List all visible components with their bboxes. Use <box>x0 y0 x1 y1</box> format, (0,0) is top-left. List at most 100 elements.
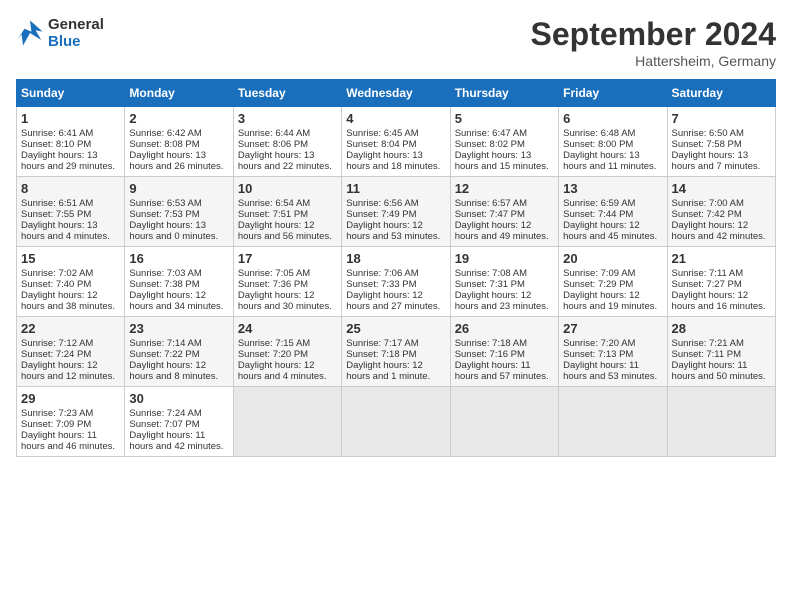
day-number: 6 <box>563 111 662 126</box>
daylight-label: Daylight hours: 11 hours and 46 minutes. <box>21 430 115 452</box>
sunrise-label: Sunrise: 6:56 AM <box>346 198 418 209</box>
calendar-cell: 13 Sunrise: 6:59 AMSunset: 7:44 PMDayligh… <box>559 177 667 247</box>
sunrise-label: Sunrise: 7:08 AM <box>455 268 527 279</box>
calendar-cell: 5Sunrise: 6:47 AMSunset: 8:02 PMDaylight… <box>450 107 558 177</box>
sunset-label: Sunset: 7:38 PM <box>129 279 199 290</box>
daylight-label: Daylight hours: 12 hours and 49 minutes. <box>455 220 549 242</box>
day-number: 3 <box>238 111 337 126</box>
calendar-cell: 24Sunrise: 7:15 AMSunset: 7:20 PMDayligh… <box>233 317 341 387</box>
sunset-label: Sunset: 7:31 PM <box>455 279 525 290</box>
daylight-label: Daylight hours: 11 hours and 53 minutes. <box>563 360 657 382</box>
day-number: 5 <box>455 111 554 126</box>
sunset-label: Sunset: 7:24 PM <box>21 349 91 360</box>
calendar-cell <box>233 387 341 457</box>
sunset-label: Sunset: 7:44 PM <box>563 209 633 220</box>
day-number: 18 <box>346 251 445 266</box>
calendar-cell: 1Sunrise: 6:41 AMSunset: 8:10 PMDaylight… <box>17 107 125 177</box>
day-number: 9 <box>129 181 228 196</box>
calendar-cell: 30Sunrise: 7:24 AMSunset: 7:07 PMDayligh… <box>125 387 233 457</box>
calendar-cell: 16Sunrise: 7:03 AMSunset: 7:38 PMDayligh… <box>125 247 233 317</box>
sunset-label: Sunset: 7:33 PM <box>346 279 416 290</box>
sunset-label: Sunset: 7:51 PM <box>238 209 308 220</box>
calendar-cell: 12Sunrise: 6:57 AMSunset: 7:47 PMDayligh… <box>450 177 558 247</box>
logo: General Blue <box>16 16 104 50</box>
day-number: 11 <box>346 181 445 196</box>
calendar-cell: 4 Sunrise: 6:45 AMSunset: 8:04 PMDaylight… <box>342 107 450 177</box>
daylight-label: Daylight hours: 12 hours and 4 minutes. <box>238 360 327 382</box>
calendar-cell: 6Sunrise: 6:48 AMSunset: 8:00 PMDaylight… <box>559 107 667 177</box>
col-monday: Monday <box>125 80 233 107</box>
sunset-label: Sunset: 8:06 PM <box>238 139 308 150</box>
sunrise-label: Sunrise: 7:14 AM <box>129 338 201 349</box>
sunrise-label: Sunrise: 7:11 AM <box>672 268 744 279</box>
daylight-label: Daylight hours: 11 hours and 57 minutes. <box>455 360 549 382</box>
daylight-label: Daylight hours: 13 hours and 18 minutes. <box>346 150 440 172</box>
sunrise-label: Sunrise: 7:09 AM <box>563 268 635 279</box>
calendar-row: 8Sunrise: 6:51 AMSunset: 7:55 PMDaylight… <box>17 177 776 247</box>
calendar-cell: 15Sunrise: 7:02 AMSunset: 7:40 PMDayligh… <box>17 247 125 317</box>
day-number: 19 <box>455 251 554 266</box>
day-number: 1 <box>21 111 120 126</box>
daylight-label: Daylight hours: 12 hours and 12 minutes. <box>21 360 115 382</box>
sunset-label: Sunset: 8:00 PM <box>563 139 633 150</box>
day-number: 29 <box>21 391 120 406</box>
sunrise-label: Sunrise: 6:45 AM <box>346 128 418 139</box>
day-number: 13 <box>563 181 662 196</box>
day-number: 10 <box>238 181 337 196</box>
sunset-label: Sunset: 7:22 PM <box>129 349 199 360</box>
sunrise-label: Sunrise: 6:42 AM <box>129 128 201 139</box>
calendar-cell: 19Sunrise: 7:08 AMSunset: 7:31 PMDayligh… <box>450 247 558 317</box>
daylight-label: Daylight hours: 12 hours and 27 minutes. <box>346 290 440 312</box>
day-number: 15 <box>21 251 120 266</box>
sunrise-label: Sunrise: 7:21 AM <box>672 338 744 349</box>
col-friday: Friday <box>559 80 667 107</box>
sunset-label: Sunset: 7:20 PM <box>238 349 308 360</box>
sunrise-label: Sunrise: 7:24 AM <box>129 408 201 419</box>
day-number: 26 <box>455 321 554 336</box>
day-number: 4 <box>346 111 445 126</box>
sunrise-label: Sunrise: 7:12 AM <box>21 338 93 349</box>
day-number: 21 <box>672 251 771 266</box>
sunrise-label: Sunrise: 6:53 AM <box>129 198 201 209</box>
sunrise-label: Sunrise: 7:17 AM <box>346 338 418 349</box>
calendar-cell <box>559 387 667 457</box>
sunset-label: Sunset: 7:49 PM <box>346 209 416 220</box>
daylight-label: Daylight hours: 13 hours and 4 minutes. <box>21 220 110 242</box>
calendar-cell: 22Sunrise: 7:12 AMSunset: 7:24 PMDayligh… <box>17 317 125 387</box>
calendar-cell <box>450 387 558 457</box>
daylight-label: Daylight hours: 12 hours and 16 minutes. <box>672 290 766 312</box>
day-number: 17 <box>238 251 337 266</box>
sunrise-label: Sunrise: 7:06 AM <box>346 268 418 279</box>
daylight-label: Daylight hours: 13 hours and 29 minutes. <box>21 150 115 172</box>
daylight-label: Daylight hours: 12 hours and 42 minutes. <box>672 220 766 242</box>
sunset-label: Sunset: 7:55 PM <box>21 209 91 220</box>
sunrise-label: Sunrise: 6:51 AM <box>21 198 93 209</box>
sunset-label: Sunset: 7:58 PM <box>672 139 742 150</box>
calendar-cell: 10Sunrise: 6:54 AMSunset: 7:51 PMDayligh… <box>233 177 341 247</box>
sunset-label: Sunset: 8:08 PM <box>129 139 199 150</box>
sunrise-label: Sunrise: 7:02 AM <box>21 268 93 279</box>
sunrise-label: Sunrise: 6:59 AM <box>563 198 635 209</box>
day-number: 16 <box>129 251 228 266</box>
calendar-cell: 11 Sunrise: 6:56 AMSunset: 7:49 PMDayligh… <box>342 177 450 247</box>
col-wednesday: Wednesday <box>342 80 450 107</box>
day-number: 27 <box>563 321 662 336</box>
daylight-label: Daylight hours: 12 hours and 53 minutes. <box>346 220 440 242</box>
calendar-cell: 7Sunrise: 6:50 AMSunset: 7:58 PMDaylight… <box>667 107 775 177</box>
calendar-cell: 2Sunrise: 6:42 AMSunset: 8:08 PMDaylight… <box>125 107 233 177</box>
col-saturday: Saturday <box>667 80 775 107</box>
sunset-label: Sunset: 8:10 PM <box>21 139 91 150</box>
sunset-label: Sunset: 8:04 PM <box>346 139 416 150</box>
day-number: 8 <box>21 181 120 196</box>
sunrise-label: Sunrise: 6:50 AM <box>672 128 744 139</box>
sunset-label: Sunset: 7:16 PM <box>455 349 525 360</box>
sunset-label: Sunset: 7:09 PM <box>21 419 91 430</box>
daylight-label: Daylight hours: 12 hours and 45 minutes. <box>563 220 657 242</box>
calendar-table: Sunday Monday Tuesday Wednesday Thursday… <box>16 79 776 457</box>
daylight-label: Daylight hours: 12 hours and 38 minutes. <box>21 290 115 312</box>
day-number: 2 <box>129 111 228 126</box>
col-thursday: Thursday <box>450 80 558 107</box>
sunrise-label: Sunrise: 6:47 AM <box>455 128 527 139</box>
sunset-label: Sunset: 8:02 PM <box>455 139 525 150</box>
daylight-label: Daylight hours: 12 hours and 34 minutes. <box>129 290 223 312</box>
